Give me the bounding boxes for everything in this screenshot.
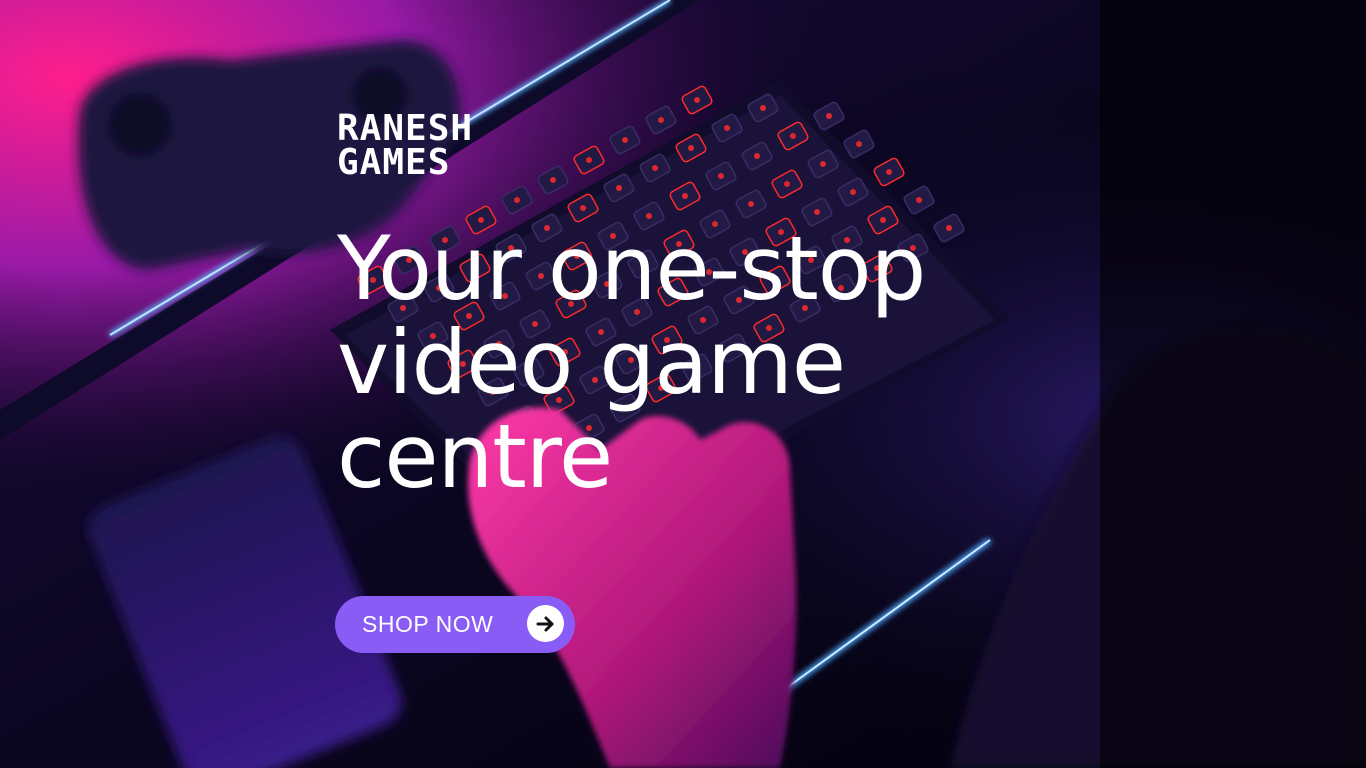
hero-headline-line3: centre bbox=[337, 405, 613, 508]
keyboard-key-glow bbox=[718, 173, 724, 179]
keyboard-key-glow bbox=[688, 145, 694, 151]
keyboard-key-glow bbox=[790, 133, 796, 139]
hero-headline-line2: video game bbox=[337, 311, 846, 414]
brand-logo-line1: RANESH bbox=[337, 108, 474, 149]
brand-logo[interactable]: RANESH GAMES bbox=[337, 108, 474, 183]
hero-headline: Your one-stop video game centre bbox=[337, 222, 1057, 504]
keyboard-key-glow bbox=[616, 185, 622, 191]
keyboard-key-glow bbox=[586, 157, 592, 163]
keyboard-key-glow bbox=[820, 161, 826, 167]
keyboard-key-glow bbox=[814, 209, 820, 215]
keyboard-key-glow bbox=[724, 125, 730, 131]
hero-banner: RANESH GAMES Your one-stop video game ce… bbox=[0, 0, 1366, 768]
brand-logo-line2: GAMES bbox=[337, 142, 451, 183]
keyboard-key-glow bbox=[856, 141, 862, 147]
keyboard-key-glow bbox=[514, 197, 520, 203]
keyboard-key-glow bbox=[748, 201, 754, 207]
keyboard-key-glow bbox=[886, 169, 892, 175]
keyboard-key-glow bbox=[916, 197, 922, 203]
keyboard-key-glow bbox=[652, 165, 658, 171]
keyboard-key-glow bbox=[682, 193, 688, 199]
keyboard-key-glow bbox=[760, 105, 766, 111]
keyboard-key-glow bbox=[850, 189, 856, 195]
keyboard-key-glow bbox=[622, 137, 628, 143]
keyboard-key-glow bbox=[694, 97, 700, 103]
hero-headline-line1: Your one-stop bbox=[337, 217, 926, 320]
keyboard-key-glow bbox=[580, 205, 586, 211]
keyboard-key-glow bbox=[754, 153, 760, 159]
arrow-right-icon[interactable] bbox=[527, 605, 564, 642]
keyboard-key-glow bbox=[658, 117, 664, 123]
keyboard-key-glow bbox=[784, 181, 790, 187]
keyboard-key-glow bbox=[826, 113, 832, 119]
keyboard-key-glow bbox=[550, 177, 556, 183]
shop-now-label: SHOP NOW bbox=[362, 611, 494, 637]
